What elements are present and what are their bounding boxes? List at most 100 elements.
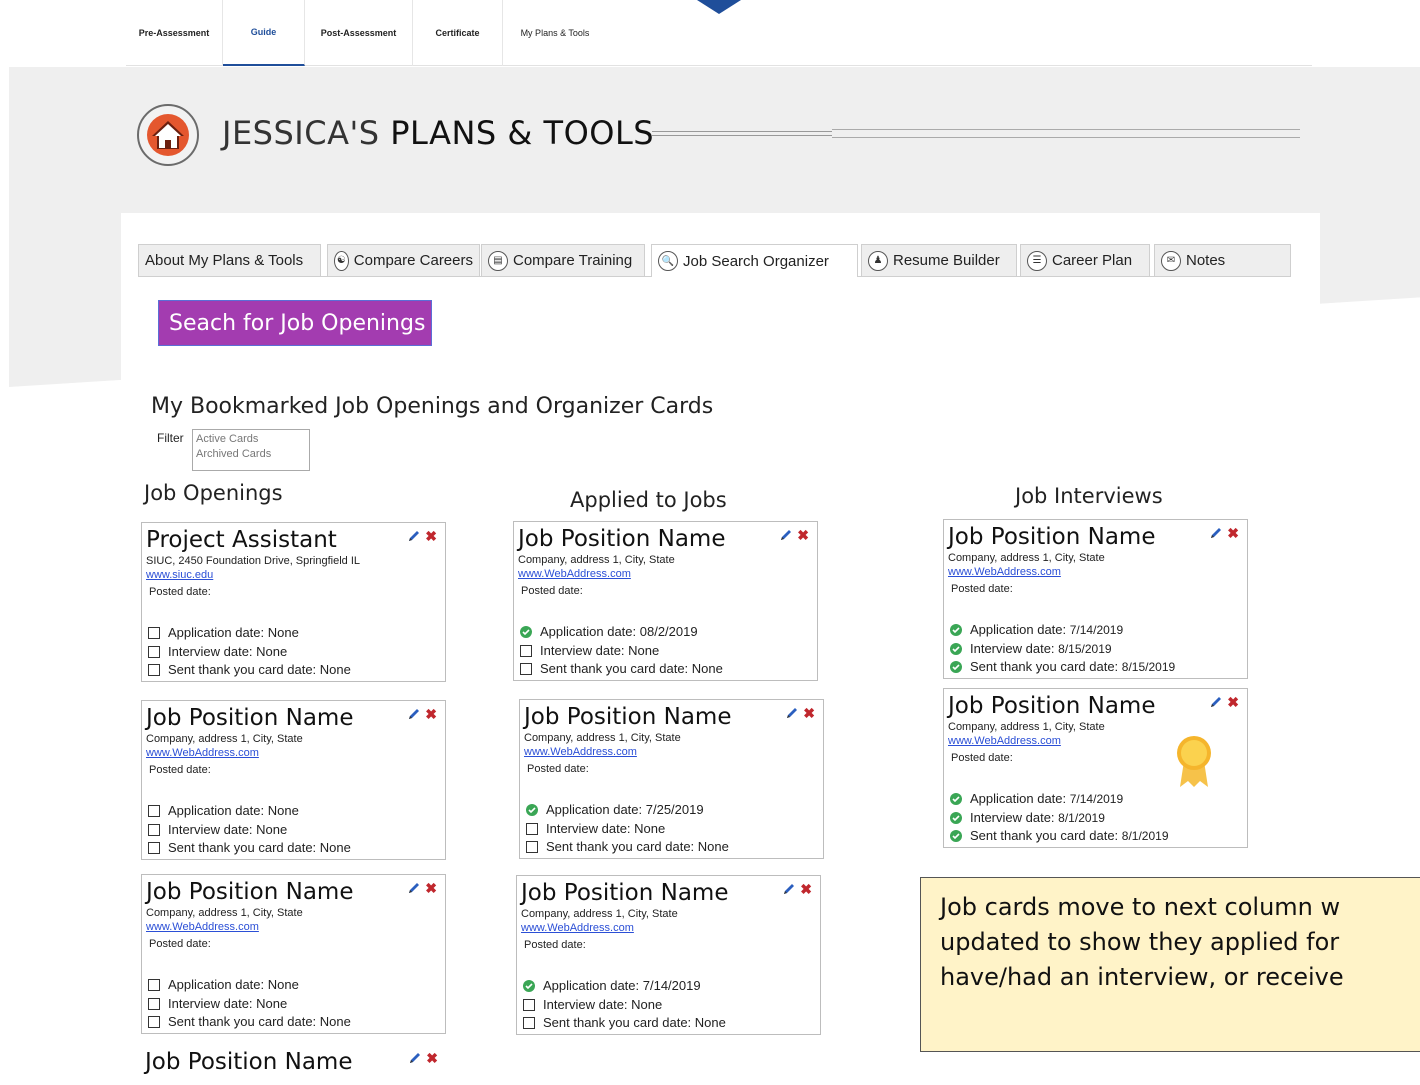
checkbox[interactable] [148,805,160,818]
nav-tab-pre-assessment[interactable]: Pre-Assessment [126,0,223,66]
checkbox[interactable] [148,842,160,855]
company-website-link[interactable]: www.WebAddress.com [524,745,819,759]
tab-label: Job Search Organizer [683,252,829,270]
date-checklist: Application date: None Interview date: No… [148,624,351,680]
date-label: Application date: [546,802,643,817]
tab-about-my-plans-tools[interactable]: About My Plans & Tools [138,244,321,276]
pencil-icon[interactable] [408,1051,422,1065]
house-icon[interactable] [137,104,199,166]
pencil-icon[interactable] [1209,526,1223,540]
job-title[interactable]: Job Position Name [524,704,819,731]
delete-icon[interactable]: ✖ [797,528,809,542]
pencil-icon[interactable] [407,529,421,543]
tab-job-search-organizer[interactable]: 🔍 Job Search Organizer [651,244,858,277]
checkbox[interactable] [148,1016,160,1029]
pencil-icon[interactable] [407,881,421,895]
nav-tab-post-assessment[interactable]: Post-Assessment [305,0,413,66]
job-title[interactable]: Job Position Name [146,879,441,906]
job-card[interactable]: ✖ Job Position Name Company, address 1, Ci… [519,699,824,859]
date-checklist: Application date: None Interview date: No… [148,976,351,1032]
compare-training-icon: ▤ [488,250,508,271]
job-title[interactable]: Job Position Name [948,693,1243,720]
pencil-icon[interactable] [782,882,796,896]
date-value: 7/14/2019 [1069,623,1124,637]
posted-date-label: Posted date: [527,763,589,775]
tab-compare-training[interactable]: ▤ Compare Training [481,244,645,276]
filter-listbox[interactable]: Active Cards Archived Cards [192,429,310,471]
date-row: Interview date: 8/15/2019 [950,640,1175,659]
card-actions: ✖ [407,707,437,721]
checkbox[interactable] [148,979,160,992]
company-website-link[interactable]: www.siuc.edu [146,568,441,582]
checkbox[interactable] [148,997,160,1010]
checkbox[interactable] [148,645,160,658]
company-website-link[interactable]: www.WebAddress.com [948,565,1243,579]
checkbox[interactable] [526,822,538,835]
checkbox[interactable] [148,664,160,677]
date-label: Sent thank you card date: [970,828,1119,843]
pencil-icon[interactable] [407,707,421,721]
filter-option-active[interactable]: Active Cards [196,432,306,447]
company-website-link[interactable]: www.WebAddress.com [146,746,441,760]
pencil-icon[interactable] [779,528,793,542]
title-divider [832,129,1300,138]
pencil-icon[interactable] [785,706,799,720]
delete-icon[interactable]: ✖ [800,882,812,896]
job-card[interactable]: ✖ Job Position Name Company, address 1, Ci… [141,700,446,860]
tab-resume-builder[interactable]: ♟ Resume Builder [861,244,1017,276]
nav-tab-my-plans-tools[interactable]: My Plans & Tools [503,0,607,66]
checkbox[interactable] [520,663,532,676]
job-title[interactable]: Job Position Name [948,524,1243,551]
job-card[interactable]: ✖ Job Position Name Company, address 1, Ci… [943,519,1248,679]
delete-icon[interactable]: ✖ [425,529,437,543]
job-card[interactable]: ✖ Job Position Name Company, address 1, Ci… [516,875,821,1035]
date-value: 8/1/2019 [1058,810,1105,825]
checkbox[interactable] [523,1017,535,1030]
company-address: SIUC, 2450 Foundation Drive, Springfield… [146,555,361,567]
nav-tab-certificate[interactable]: Certificate [413,0,503,66]
filter-option-archived[interactable]: Archived Cards [196,447,306,462]
company-address: Company, address 1, City, State [948,721,1105,733]
date-value: 8/15/2019 [1121,660,1176,674]
check-circle-icon [523,980,535,993]
annotation-callout: Job cards move to next column w updated … [920,877,1420,1052]
job-card[interactable]: ✖ Job Position Name Company, address 1, Ci… [943,688,1248,848]
delete-icon[interactable]: ✖ [1227,695,1239,709]
job-card[interactable]: ✖ Project Assistant SIUC, 2450 Foundation … [141,522,446,682]
job-card[interactable]: ✖ Job Position Name Company, address 1, Ci… [141,874,446,1034]
date-value: None [319,840,351,855]
date-row: Sent thank you card date: None [148,1013,351,1032]
check-circle-icon [950,661,962,674]
checkbox[interactable] [526,841,538,854]
tab-compare-careers[interactable]: ☯ Compare Careers [327,244,480,276]
search-job-openings-button[interactable]: Seach for Job Openings [158,300,432,346]
date-text: Application date: None [168,976,299,995]
checkbox[interactable] [520,644,532,657]
job-card[interactable]: ✖ Job Position Name Company, address 1, Ci… [513,521,818,681]
company-website-link[interactable]: www.WebAddress.com [518,567,813,581]
pencil-icon[interactable] [1209,695,1223,709]
company-website-link[interactable]: www.WebAddress.com [146,920,441,934]
tab-career-plan[interactable]: ☰ Career Plan [1020,244,1150,276]
delete-icon[interactable]: ✖ [1227,526,1239,540]
date-value: 7/14/2019 [642,978,701,993]
job-title[interactable]: Job Position Name [145,1049,442,1076]
job-title[interactable]: Job Position Name [521,880,816,907]
job-card[interactable]: ✖ Job Position Name [141,1045,446,1085]
checkbox[interactable] [523,998,535,1011]
company-website-link[interactable]: www.WebAddress.com [521,921,816,935]
delete-icon[interactable]: ✖ [426,1051,438,1065]
date-value: None [267,803,299,818]
date-label: Application date: [543,978,640,993]
job-title[interactable]: Job Position Name [518,526,813,553]
delete-icon[interactable]: ✖ [425,707,437,721]
checkbox[interactable] [148,823,160,836]
nav-tab-guide[interactable]: Guide [223,0,305,66]
delete-icon[interactable]: ✖ [803,706,815,720]
job-title[interactable]: Project Assistant [146,527,441,554]
delete-icon[interactable]: ✖ [425,881,437,895]
checkbox[interactable] [148,627,160,640]
job-title[interactable]: Job Position Name [146,705,441,732]
date-row: Interview date: 8/1/2019 [950,809,1169,828]
tab-notes[interactable]: ✉ Notes [1154,244,1291,276]
